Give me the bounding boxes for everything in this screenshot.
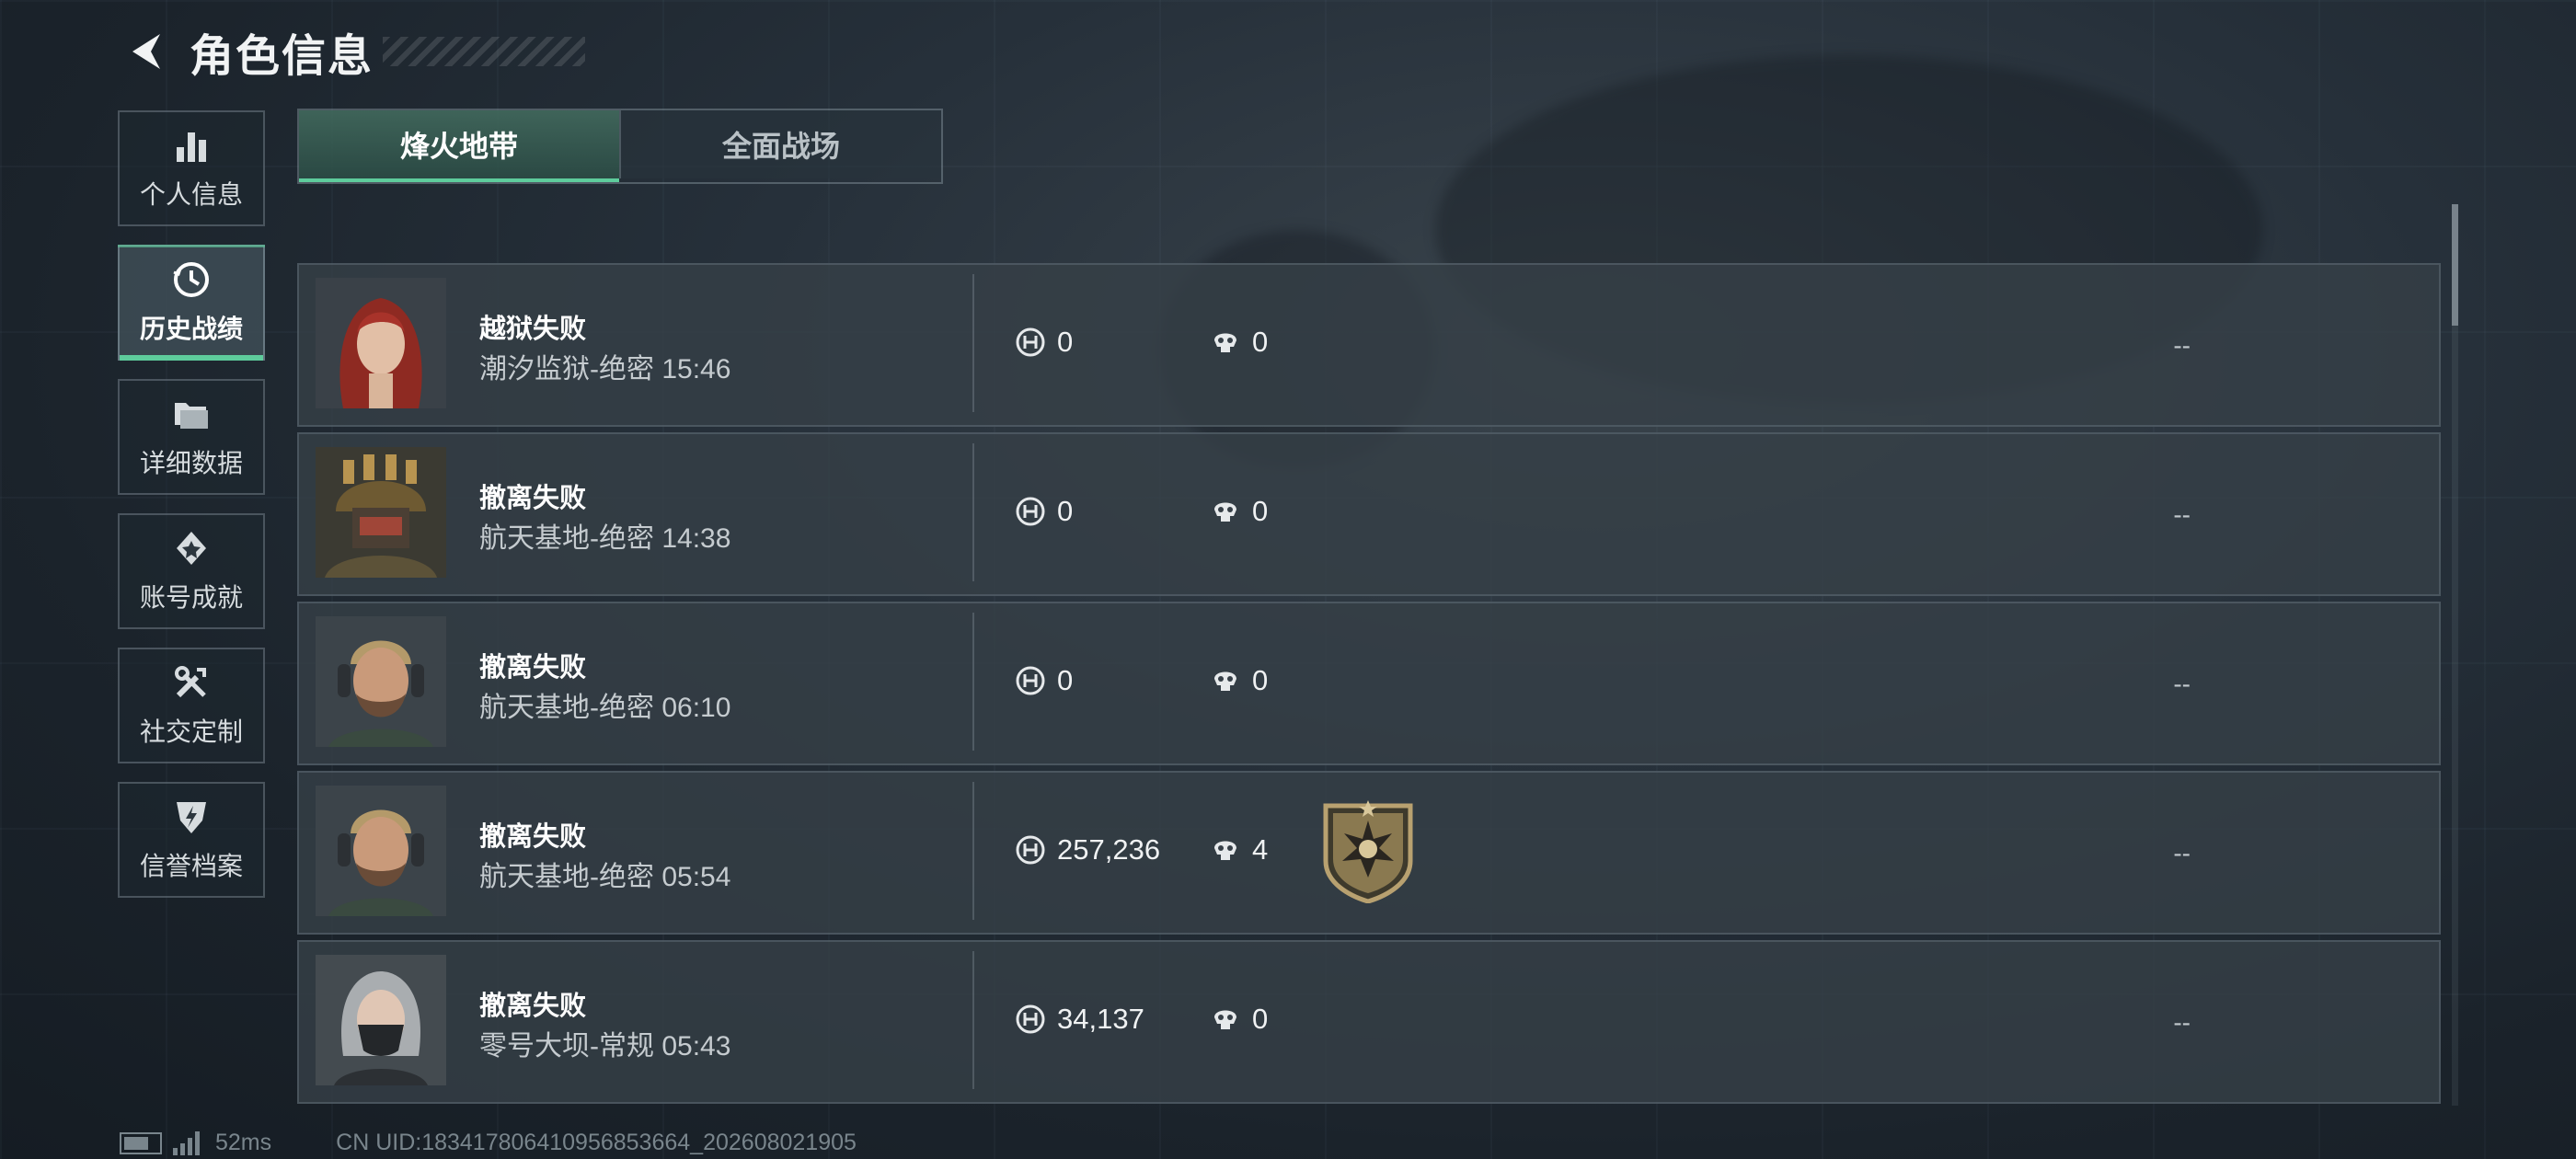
money-value: 0 [1057, 664, 1074, 696]
mode-tabs: 烽火地带 全面战场 [297, 109, 943, 184]
sidebar-item-achievements[interactable]: 账号成就 [118, 513, 265, 629]
row-divider [972, 443, 974, 581]
kills-stat: 0 [1210, 1003, 1268, 1036]
money-value: 0 [1057, 326, 1074, 358]
match-result: 撤离失败 [479, 484, 587, 513]
sidebar-item-label: 信誉档案 [139, 852, 243, 880]
money-value: 0 [1057, 495, 1074, 527]
operator-avatar [316, 955, 446, 1085]
sidebar-item-label: 历史战绩 [139, 315, 243, 343]
kills-value: 0 [1252, 1003, 1269, 1035]
operator-avatar [316, 616, 446, 747]
folder-icon [175, 403, 208, 429]
kills-value: 0 [1252, 326, 1269, 358]
match-history-list[interactable]: 越狱失败 潮汐监狱-绝密 15:46 0 0 -- 撤离失败 航天基地-绝密 1… [297, 263, 2441, 1109]
row-divider [972, 782, 974, 920]
currency-coin-icon [1016, 666, 1045, 695]
kills-stat: 0 [1210, 495, 1268, 528]
currency-coin-icon [1016, 327, 1045, 357]
sidebar-item-label: 社交定制 [139, 717, 243, 746]
skull-icon [1214, 671, 1236, 691]
money-stat: 0 [1015, 495, 1073, 528]
match-row[interactable]: 撤离失败 航天基地-绝密 06:10 0 0 -- [297, 602, 2441, 765]
match-extra-value: -- [2173, 670, 2191, 698]
tools-icon [175, 666, 206, 698]
sidebar-item-reputation[interactable]: 信誉档案 [118, 782, 265, 898]
back-button[interactable] [120, 25, 173, 78]
match-row[interactable]: 撤离失败 航天基地-绝密 05:54 257,236 4 -- [297, 771, 2441, 935]
status-footer: 52ms CN UID:1834178064109568536​64_20260… [120, 1130, 857, 1156]
row-divider [972, 951, 974, 1089]
match-row[interactable]: 撤离失败 航天基地-绝密 14:38 0 0 -- [297, 432, 2441, 596]
skull-icon [1214, 502, 1236, 522]
kills-value: 0 [1252, 495, 1269, 527]
money-stat: 34,137 [1015, 1003, 1144, 1036]
match-extra-value: -- [2173, 1008, 2191, 1037]
match-map-info: 航天基地-绝密 06:10 [479, 693, 731, 723]
match-extra-value: -- [2173, 839, 2191, 867]
match-result: 撤离失败 [479, 992, 587, 1021]
match-result: 撤离失败 [479, 653, 587, 683]
list-scrollbar[interactable] [2452, 204, 2458, 1106]
battery-icon [120, 1131, 162, 1154]
sidebar-item-match-history[interactable]: 历史战绩 [118, 245, 265, 361]
money-stat: 257,236 [1015, 833, 1160, 866]
tab-hazard-zone[interactable]: 烽火地带 [299, 110, 619, 182]
kills-stat: 0 [1210, 326, 1268, 359]
kills-value: 4 [1252, 833, 1269, 866]
skull-icon [1214, 333, 1236, 352]
signal-icon [173, 1130, 202, 1155]
achievement-icon [177, 532, 206, 565]
currency-coin-icon [1016, 835, 1045, 865]
sidebar-item-personal-info[interactable]: 个人信息 [118, 110, 265, 226]
match-map-info: 航天基地-绝密 05:54 [479, 862, 731, 892]
sidebar: 个人信息 历史战绩 详细数据 账号成就 社交定制 信誉档案 [118, 110, 265, 916]
skull-icon [1214, 1010, 1236, 1029]
money-stat: 0 [1015, 326, 1073, 359]
skull-icon [1214, 841, 1236, 860]
match-map-info: 零号大坝-常规 05:43 [479, 1031, 731, 1061]
match-result: 越狱失败 [479, 315, 587, 344]
row-divider [972, 274, 974, 412]
operator-avatar [316, 278, 446, 408]
page-title: 角色信息 [190, 32, 374, 81]
match-row[interactable]: 越狱失败 潮汐监狱-绝密 15:46 0 0 -- [297, 263, 2441, 427]
match-result: 撤离失败 [479, 822, 587, 852]
kills-stat: 0 [1210, 664, 1268, 697]
sidebar-item-social-custom[interactable]: 社交定制 [118, 648, 265, 763]
operator-avatar [316, 447, 446, 578]
page-header: 角色信息 [120, 22, 586, 81]
sidebar-item-label: 个人信息 [139, 180, 243, 209]
sidebar-item-detailed-data[interactable]: 详细数据 [118, 379, 265, 495]
mvp-medal-icon[interactable] [1320, 800, 1416, 903]
bar-chart-icon [177, 132, 206, 162]
match-extra-value: -- [2173, 500, 2191, 529]
kills-value: 0 [1252, 664, 1269, 696]
currency-coin-icon [1016, 497, 1045, 526]
sidebar-item-label: 账号成就 [139, 583, 243, 612]
sidebar-item-label: 详细数据 [139, 449, 243, 477]
back-arrow-icon [132, 34, 160, 69]
operator-avatar [316, 786, 446, 916]
match-row[interactable]: 撤离失败 零号大坝-常规 05:43 34,137 0 -- [297, 940, 2441, 1104]
money-value: 34,137 [1057, 1003, 1144, 1035]
reputation-shield-icon [177, 802, 206, 833]
money-value: 257,236 [1057, 833, 1161, 866]
currency-coin-icon [1016, 1004, 1045, 1034]
uid-text: CN UID:1834178064109568536​64_2026080219… [336, 1130, 857, 1155]
history-clock-icon [173, 262, 209, 297]
money-stat: 0 [1015, 664, 1073, 697]
ping-value: 52ms [215, 1130, 272, 1155]
title-decoration [383, 37, 586, 66]
scrollbar-thumb[interactable] [2452, 204, 2458, 326]
match-map-info: 航天基地-绝密 14:38 [479, 523, 731, 554]
tab-full-battlefield[interactable]: 全面战场 [619, 110, 941, 178]
row-divider [972, 613, 974, 751]
match-map-info: 潮汐监狱-绝密 15:46 [479, 354, 731, 384]
match-extra-value: -- [2173, 331, 2191, 360]
kills-stat: 4 [1210, 833, 1268, 866]
